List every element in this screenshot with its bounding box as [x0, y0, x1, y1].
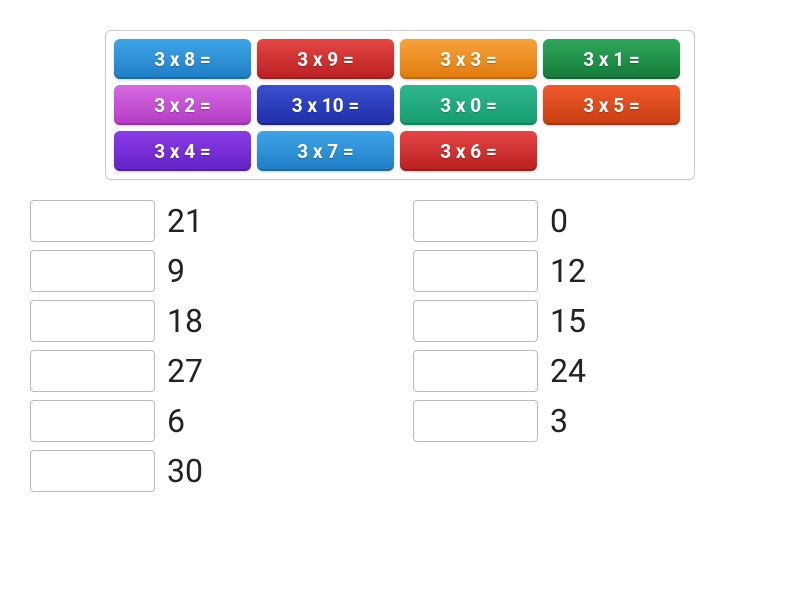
- tile-3x7[interactable]: 3 x 7 =: [257, 131, 394, 171]
- answer-row: 21: [30, 200, 203, 242]
- tile-tray: 3 x 8 = 3 x 9 = 3 x 3 = 3 x 1 = 3 x 2 = …: [105, 30, 695, 180]
- answer-value: 3: [550, 402, 568, 440]
- tile-label: 3 x 9 =: [297, 48, 354, 71]
- tile-label: 3 x 4 =: [154, 140, 211, 163]
- drop-slot[interactable]: [30, 400, 155, 442]
- answer-value: 30: [167, 452, 203, 490]
- tile-label: 3 x 3 =: [440, 48, 497, 71]
- tile-label: 3 x 0 =: [440, 94, 497, 117]
- drop-slot[interactable]: [413, 300, 538, 342]
- answer-row: 27: [30, 350, 203, 392]
- answer-value: 24: [550, 352, 586, 390]
- answer-value: 15: [550, 302, 586, 340]
- answer-value: 9: [167, 252, 185, 290]
- tile-3x8[interactable]: 3 x 8 =: [114, 39, 251, 79]
- tile-3x3[interactable]: 3 x 3 =: [400, 39, 537, 79]
- answer-row: 24: [413, 350, 586, 392]
- answer-row: 30: [30, 450, 203, 492]
- tile-3x9[interactable]: 3 x 9 =: [257, 39, 394, 79]
- answer-row: 3: [413, 400, 586, 442]
- answer-row: 18: [30, 300, 203, 342]
- tile-label: 3 x 10 =: [292, 94, 359, 117]
- tile-label: 3 x 6 =: [440, 140, 497, 163]
- answer-value: 6: [167, 402, 185, 440]
- tile-3x10[interactable]: 3 x 10 =: [257, 85, 394, 125]
- drop-slot[interactable]: [30, 450, 155, 492]
- answer-row: 9: [30, 250, 203, 292]
- tile-label: 3 x 2 =: [154, 94, 211, 117]
- tile-3x4[interactable]: 3 x 4 =: [114, 131, 251, 171]
- drop-slot[interactable]: [30, 350, 155, 392]
- tile-3x6[interactable]: 3 x 6 =: [400, 131, 537, 171]
- tile-label: 3 x 5 =: [583, 94, 640, 117]
- answer-value: 0: [550, 202, 568, 240]
- answer-value: 21: [167, 202, 203, 240]
- tile-3x0[interactable]: 3 x 0 =: [400, 85, 537, 125]
- tile-3x2[interactable]: 3 x 2 =: [114, 85, 251, 125]
- drop-slot[interactable]: [30, 200, 155, 242]
- tile-label: 3 x 7 =: [297, 140, 354, 163]
- tile-3x5[interactable]: 3 x 5 =: [543, 85, 680, 125]
- answer-row: 0: [413, 200, 586, 242]
- drop-slot[interactable]: [30, 250, 155, 292]
- drop-slot[interactable]: [413, 200, 538, 242]
- answers-area: 21 9 18 27 6 30: [30, 200, 770, 492]
- answer-value: 18: [167, 302, 203, 340]
- tile-3x1[interactable]: 3 x 1 =: [543, 39, 680, 79]
- drop-slot[interactable]: [30, 300, 155, 342]
- game-stage: 3 x 8 = 3 x 9 = 3 x 3 = 3 x 1 = 3 x 2 = …: [0, 0, 800, 492]
- answer-row: 15: [413, 300, 586, 342]
- answers-col-right: 0 12 15 24 3: [413, 200, 586, 492]
- answer-value: 12: [550, 252, 586, 290]
- answer-row: 12: [413, 250, 586, 292]
- drop-slot[interactable]: [413, 250, 538, 292]
- drop-slot[interactable]: [413, 400, 538, 442]
- answers-col-left: 21 9 18 27 6 30: [30, 200, 203, 492]
- tile-label: 3 x 1 =: [583, 48, 640, 71]
- tile-label: 3 x 8 =: [154, 48, 211, 71]
- drop-slot[interactable]: [413, 350, 538, 392]
- answer-row: 6: [30, 400, 203, 442]
- answer-value: 27: [167, 352, 203, 390]
